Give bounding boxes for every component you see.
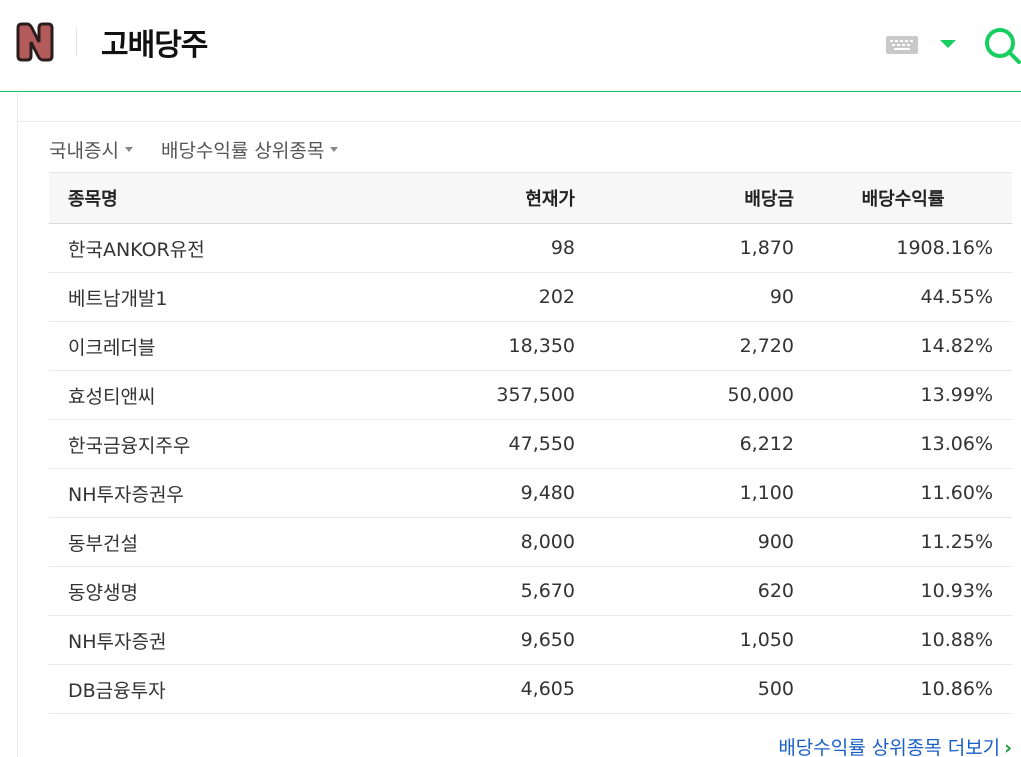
stock-price: 8,000 <box>278 517 575 567</box>
stock-price: 18,350 <box>278 321 575 371</box>
stock-name[interactable]: 이크레더블 <box>49 321 278 371</box>
stock-yield: 10.88% <box>794 615 1012 665</box>
table-row: NH투자증권 9,650 1,050 10.88% <box>49 615 1012 665</box>
header-divider <box>76 28 77 56</box>
stock-yield: 13.99% <box>794 370 1012 420</box>
stock-price: 9,650 <box>278 615 575 665</box>
table-row: 동양생명 5,670 620 10.93% <box>49 566 1012 616</box>
stock-dividend: 1,100 <box>575 468 794 518</box>
dropdown-arrow-icon[interactable] <box>939 39 957 49</box>
stock-price: 98 <box>278 223 575 273</box>
naver-logo[interactable] <box>14 22 56 62</box>
stock-price: 9,480 <box>278 468 575 518</box>
table-row: 한국금융지주우 47,550 6,212 13.06% <box>49 419 1012 469</box>
stock-name[interactable]: 효성티앤씨 <box>49 370 278 420</box>
stock-price: 357,500 <box>278 370 575 420</box>
stock-yield: 14.82% <box>794 321 1012 371</box>
table-row: DB금융투자 4,605 500 10.86% <box>49 664 1012 714</box>
table-row: 효성티앤씨 357,500 50,000 13.99% <box>49 370 1012 420</box>
search-query[interactable]: 고배당주 <box>101 20 208 64</box>
stock-dividend: 900 <box>575 517 794 567</box>
stock-name[interactable]: DB금융투자 <box>49 664 278 714</box>
more-link-label: 배당수익률 상위종목 더보기 <box>778 737 1001 757</box>
category-filter-label: 배당수익률 상위종목 <box>160 140 325 162</box>
filter-bar: 국내증시 배당수익률 상위종목 <box>49 136 360 163</box>
stock-dividend: 90 <box>575 272 794 322</box>
stock-name[interactable]: 동부건설 <box>49 517 278 567</box>
dividend-panel: 국내증시 배당수익률 상위종목 종목명 현재가 배당금 배당수익률 한국ANKO… <box>17 92 1021 757</box>
stock-name[interactable]: 한국ANKOR유전 <box>49 223 278 273</box>
market-filter-label: 국내증시 <box>49 140 119 162</box>
stock-yield: 10.86% <box>794 664 1012 714</box>
stock-price: 47,550 <box>278 419 575 469</box>
category-filter[interactable]: 배당수익률 상위종목 <box>160 136 339 163</box>
search-icon[interactable] <box>983 26 1021 64</box>
search-header: 고배당주 <box>0 0 1021 92</box>
table-row: 동부건설 8,000 900 11.25% <box>49 517 1012 567</box>
dividend-table: 종목명 현재가 배당금 배당수익률 한국ANKOR유전 98 1,870 190… <box>49 172 1012 714</box>
more-link[interactable]: 배당수익률 상위종목 더보기 › <box>778 733 1012 757</box>
stock-yield: 11.25% <box>794 517 1012 567</box>
table-row: 이크레더블 18,350 2,720 14.82% <box>49 321 1012 371</box>
stock-price: 5,670 <box>278 566 575 616</box>
market-filter[interactable]: 국내증시 <box>49 136 133 163</box>
stock-yield: 1908.16% <box>794 223 1012 273</box>
table-header-row: 종목명 현재가 배당금 배당수익률 <box>49 172 1012 224</box>
col-header-dividend: 배당금 <box>575 172 794 224</box>
stock-yield: 13.06% <box>794 419 1012 469</box>
stock-name[interactable]: 동양생명 <box>49 566 278 616</box>
stock-dividend: 6,212 <box>575 419 794 469</box>
stock-dividend: 2,720 <box>575 321 794 371</box>
stock-dividend: 620 <box>575 566 794 616</box>
table-row: NH투자증권우 9,480 1,100 11.60% <box>49 468 1012 518</box>
stock-dividend: 50,000 <box>575 370 794 420</box>
col-header-yield: 배당수익률 <box>794 172 1012 224</box>
caret-down-icon <box>124 147 133 152</box>
stock-name[interactable]: NH투자증권 <box>49 615 278 665</box>
table-row: 한국ANKOR유전 98 1,870 1908.16% <box>49 223 1012 273</box>
stock-yield: 10.93% <box>794 566 1012 616</box>
chevron-right-icon: › <box>1004 737 1012 757</box>
col-header-price: 현재가 <box>278 172 575 224</box>
stock-name[interactable]: 한국금융지주우 <box>49 419 278 469</box>
col-header-name: 종목명 <box>49 172 278 224</box>
cutoff-heading <box>48 92 128 98</box>
table-row: 베트남개발1 202 90 44.55% <box>49 272 1012 322</box>
panel-divider <box>18 121 1021 122</box>
stock-price: 4,605 <box>278 664 575 714</box>
stock-dividend: 1,870 <box>575 223 794 273</box>
caret-down-icon <box>330 147 339 152</box>
stock-dividend: 500 <box>575 664 794 714</box>
stock-dividend: 1,050 <box>575 615 794 665</box>
stock-name[interactable]: NH투자증권우 <box>49 468 278 518</box>
keyboard-icon[interactable] <box>886 36 918 54</box>
stock-price: 202 <box>278 272 575 322</box>
stock-yield: 11.60% <box>794 468 1012 518</box>
stock-yield: 44.55% <box>794 272 1012 322</box>
stock-name[interactable]: 베트남개발1 <box>49 272 278 322</box>
